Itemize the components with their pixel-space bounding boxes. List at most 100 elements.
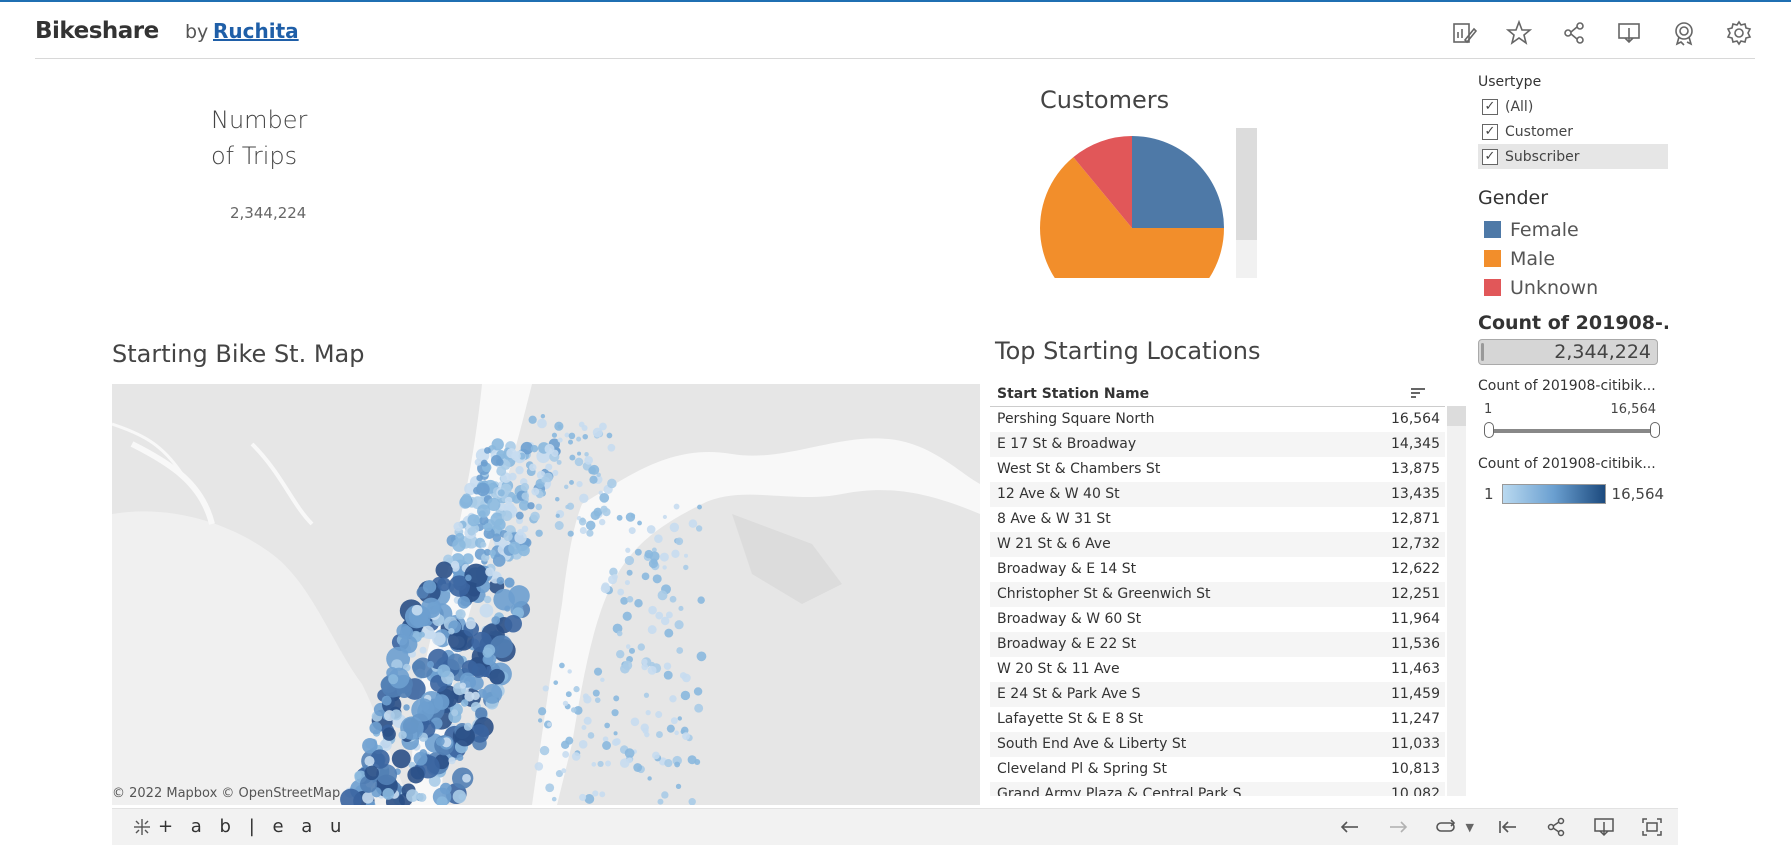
station-dot[interactable]: [669, 595, 677, 603]
pie-slice-female[interactable]: [1132, 136, 1224, 228]
station-dot[interactable]: [592, 790, 599, 797]
station-dot[interactable]: [456, 754, 464, 762]
station-dot[interactable]: [485, 567, 495, 577]
station-dot[interactable]: [433, 694, 450, 710]
station-dot[interactable]: [693, 687, 703, 696]
station-dot[interactable]: [607, 478, 617, 489]
download-icon[interactable]: [1612, 16, 1645, 49]
station-dot[interactable]: [484, 447, 491, 454]
station-dot[interactable]: [578, 740, 588, 749]
range-slider[interactable]: [1478, 419, 1668, 443]
station-dot[interactable]: [406, 789, 419, 803]
station-dot[interactable]: [568, 432, 576, 440]
station-dot[interactable]: [630, 717, 640, 727]
station-dot[interactable]: [483, 644, 496, 657]
station-dot[interactable]: [501, 510, 513, 522]
table-scrollbar[interactable]: [1447, 406, 1466, 796]
station-dot[interactable]: [435, 561, 453, 579]
station-dot[interactable]: [483, 595, 492, 604]
station-dot[interactable]: [489, 668, 505, 685]
station-dot[interactable]: [564, 432, 570, 438]
station-dot[interactable]: [559, 662, 565, 669]
table-row[interactable]: Broadway & W 60 St 11,964: [990, 607, 1445, 632]
station-dot[interactable]: [480, 541, 487, 548]
slider-max-handle[interactable]: [1650, 422, 1660, 438]
station-dot[interactable]: [684, 553, 689, 558]
station-dot[interactable]: [673, 503, 680, 510]
station-dot[interactable]: [612, 738, 620, 746]
station-dot[interactable]: [453, 521, 463, 532]
station-dot[interactable]: [422, 580, 437, 594]
station-dot[interactable]: [674, 730, 679, 736]
table-row[interactable]: West St & Chambers St 13,875: [990, 457, 1445, 482]
station-dot[interactable]: [557, 437, 563, 443]
station-dot[interactable]: [467, 514, 480, 527]
station-dot[interactable]: [648, 605, 657, 615]
station-dot[interactable]: [605, 760, 612, 767]
station-dot[interactable]: [476, 482, 490, 497]
station-dot[interactable]: [573, 686, 580, 693]
station-dot[interactable]: [437, 577, 451, 592]
station-dot[interactable]: [647, 625, 657, 635]
station-dot[interactable]: [391, 749, 411, 769]
station-dot[interactable]: [576, 436, 582, 442]
station-dot[interactable]: [530, 511, 540, 522]
station-dot[interactable]: [562, 700, 569, 707]
station-dot[interactable]: [655, 611, 664, 620]
station-dot[interactable]: [555, 513, 560, 518]
station-dot[interactable]: [587, 732, 595, 739]
station-dot[interactable]: [517, 528, 524, 536]
tableau-logo[interactable]: + a b | e a u: [132, 816, 347, 837]
station-dot[interactable]: [579, 793, 587, 801]
station-dot[interactable]: [642, 727, 649, 734]
station-dot[interactable]: [676, 647, 684, 654]
station-dot[interactable]: [671, 549, 680, 558]
station-dot[interactable]: [465, 619, 476, 630]
station-dot[interactable]: [657, 798, 664, 805]
station-dot[interactable]: [482, 683, 503, 704]
station-dot[interactable]: [592, 689, 600, 697]
station-dot[interactable]: [656, 731, 663, 738]
station-dot[interactable]: [602, 741, 612, 750]
station-dot[interactable]: [465, 574, 472, 582]
station-dot[interactable]: [480, 459, 488, 467]
station-dot[interactable]: [583, 716, 592, 725]
usertype-option-customer[interactable]: ✓ Customer: [1478, 119, 1668, 144]
station-dot[interactable]: [662, 565, 667, 570]
station-dot[interactable]: [654, 534, 663, 543]
table-row[interactable]: Broadway & E 14 St 12,622: [990, 557, 1445, 582]
station-dot[interactable]: [567, 669, 572, 674]
station-dot[interactable]: [452, 789, 467, 804]
table-scrollbar-thumb[interactable]: [1447, 406, 1466, 426]
station-dot[interactable]: [538, 707, 547, 716]
table-row[interactable]: Pershing Square North 16,564: [990, 407, 1445, 432]
sort-icon[interactable]: [1411, 387, 1425, 403]
station-dot[interactable]: [574, 457, 584, 467]
station-dot[interactable]: [675, 537, 684, 546]
station-dot[interactable]: [608, 575, 618, 585]
station-dot[interactable]: [617, 588, 625, 596]
legend-item-male[interactable]: Male: [1478, 244, 1668, 273]
station-dot[interactable]: [678, 605, 684, 611]
station-dot[interactable]: [662, 514, 667, 520]
table-row[interactable]: South End Ave & Liberty St 11,033: [990, 732, 1445, 757]
station-dot[interactable]: [531, 487, 540, 496]
station-dot[interactable]: [589, 475, 598, 484]
station-dot[interactable]: [600, 677, 605, 683]
station-dot[interactable]: [688, 519, 698, 528]
station-dot[interactable]: [551, 796, 557, 802]
chevron-down-icon[interactable]: ▼: [1466, 821, 1474, 834]
table-row[interactable]: Grand Army Plaza & Central Park S 10,082: [990, 782, 1445, 796]
station-dot[interactable]: [569, 454, 576, 461]
station-dot[interactable]: [607, 443, 616, 452]
customers-pie-viewport[interactable]: [1040, 128, 1230, 278]
station-dot[interactable]: [675, 783, 682, 790]
station-dot[interactable]: [586, 529, 594, 537]
station-dot[interactable]: [695, 525, 703, 532]
station-dot[interactable]: [535, 503, 543, 511]
station-dot[interactable]: [599, 518, 606, 526]
revert-icon[interactable]: [1432, 815, 1460, 839]
station-dot[interactable]: [508, 585, 530, 607]
station-dot[interactable]: [683, 564, 689, 571]
station-dot[interactable]: [611, 709, 619, 717]
